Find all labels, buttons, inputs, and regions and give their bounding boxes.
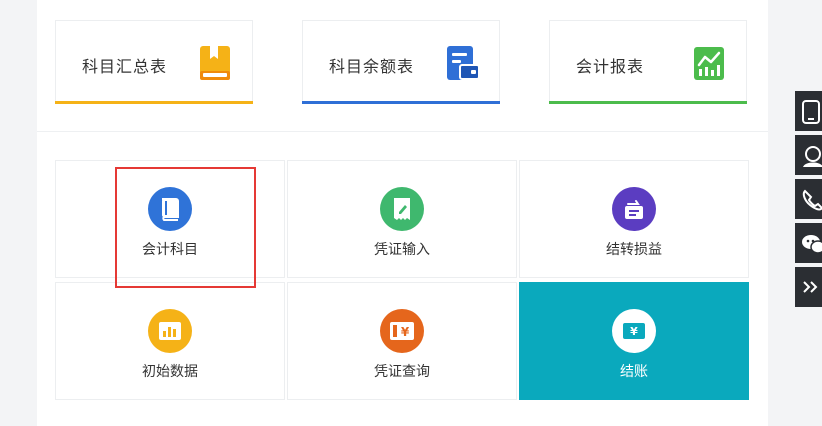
- tile-label: 结转损益: [606, 242, 662, 258]
- report-card-label: 科目余额表: [329, 57, 415, 76]
- main-panel: 科目汇总表 科目余额表 会计报表 会计科目 凭证输入 结转损益 初始数据 ¥ 凭…: [37, 0, 768, 426]
- report-card-accent-bar: [549, 101, 747, 104]
- tile-voucher-query[interactable]: ¥ 凭证查询: [287, 282, 517, 400]
- checkout-icon: ¥: [612, 309, 656, 353]
- tile-label: 凭证查询: [374, 364, 430, 380]
- report-card-accent-bar: [55, 101, 253, 104]
- tile-accounting-subjects[interactable]: 会计科目: [55, 160, 285, 278]
- transfer-icon: [612, 187, 656, 231]
- tile-label: 会计科目: [142, 242, 198, 258]
- mobile-icon[interactable]: [795, 91, 822, 131]
- tile-label: 凭证输入: [374, 242, 430, 258]
- wallet-icon: [446, 45, 480, 81]
- tile-label: 结账: [620, 364, 648, 380]
- svg-text:¥: ¥: [401, 325, 410, 339]
- collapse-icon[interactable]: [795, 267, 822, 307]
- voucher-edit-icon: [380, 187, 424, 231]
- report-card-balance[interactable]: 科目余额表: [302, 20, 500, 104]
- data-chart-icon: [148, 309, 192, 353]
- tile-label: 初始数据: [142, 364, 198, 380]
- wechat-icon[interactable]: [795, 223, 822, 263]
- voucher-search-icon: ¥: [380, 309, 424, 353]
- tile-checkout[interactable]: ¥ 结账: [519, 282, 749, 400]
- phone-icon[interactable]: [795, 179, 822, 219]
- section-divider: [37, 131, 768, 132]
- tile-initial-data[interactable]: 初始数据: [55, 282, 285, 400]
- notebook-icon: [199, 45, 231, 81]
- book-icon: [148, 187, 192, 231]
- customer-service-icon[interactable]: [795, 135, 822, 175]
- svg-text:¥: ¥: [630, 325, 638, 338]
- report-card-label: 会计报表: [576, 57, 645, 76]
- tile-voucher-entry[interactable]: 凭证输入: [287, 160, 517, 278]
- report-card-accent-bar: [302, 101, 500, 104]
- report-card-label: 科目汇总表: [82, 57, 168, 76]
- report-card-summary[interactable]: 科目汇总表: [55, 20, 253, 104]
- chart-icon: [693, 45, 725, 81]
- tile-profit-loss-transfer[interactable]: 结转损益: [519, 160, 749, 278]
- report-card-statements[interactable]: 会计报表: [549, 20, 747, 104]
